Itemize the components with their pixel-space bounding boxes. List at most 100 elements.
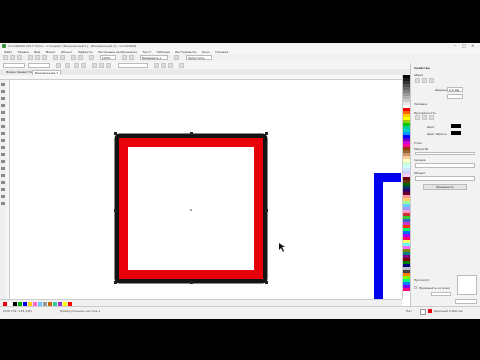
save-icon[interactable] [17, 55, 22, 60]
fill-section-header[interactable]: Заливка [414, 102, 427, 106]
close-button[interactable]: × [471, 44, 474, 48]
lock-ratio-icon[interactable] [56, 63, 61, 68]
selection-handle-top-middle[interactable] [190, 132, 193, 135]
fullscreen-icon[interactable] [122, 55, 127, 60]
fill-tab-icon[interactable] [422, 78, 427, 83]
summary-section-header[interactable]: Сводка [414, 158, 425, 162]
mouse-cursor-icon [279, 243, 285, 252]
blue-shape-left[interactable] [374, 173, 383, 299]
shadow-tool-icon[interactable] [1, 174, 5, 177]
smart-fill-tool-icon[interactable] [1, 202, 5, 205]
maximize-button[interactable]: □ [462, 44, 466, 48]
zoom-level-select[interactable]: 100% [100, 55, 116, 60]
status-hint: Прямоугольник на слое 1 [60, 309, 101, 313]
apply-button[interactable]: Применить [423, 184, 467, 190]
connector-tool-icon[interactable] [1, 167, 5, 170]
scale-slider[interactable] [415, 152, 475, 155]
outline-color-label: Цвет абриса [427, 132, 447, 136]
transparency-tool-icon[interactable] [1, 181, 5, 184]
minimize-button[interactable]: – [454, 44, 456, 48]
canvas-drawing [114, 133, 401, 299]
fill-color-label: Цвет [427, 125, 435, 129]
zoom-tool-icon[interactable] [1, 104, 5, 107]
selection-handle-top-right[interactable] [265, 132, 268, 135]
snap-to-dropdown[interactable]: Привязать к [140, 55, 168, 60]
options-icon[interactable] [174, 55, 179, 60]
polygon-tool-icon[interactable] [1, 139, 5, 142]
interactive-fill-tool-icon[interactable] [1, 195, 5, 198]
preview-box [457, 275, 477, 295]
pdf-icon[interactable] [89, 55, 94, 60]
corner-round-icon[interactable] [92, 63, 97, 68]
rulers-icon[interactable] [129, 55, 134, 60]
outline-width-field[interactable] [118, 63, 148, 68]
summary-field[interactable] [415, 163, 475, 168]
status-fill-swatch[interactable] [420, 309, 426, 315]
mirror-horizontal-icon[interactable] [74, 63, 79, 68]
corner-scallop-icon[interactable] [99, 63, 104, 68]
open-icon[interactable] [10, 55, 15, 60]
table-tool-icon[interactable] [1, 153, 5, 156]
to-front-icon[interactable] [161, 63, 166, 68]
selection-handle-bottom-right[interactable] [265, 281, 268, 284]
outline-section-header[interactable]: Абрис [414, 73, 423, 77]
new-document-icon[interactable] [3, 55, 8, 60]
rectangle-center-mark [190, 209, 192, 211]
copy-icon[interactable] [35, 55, 40, 60]
docker-small-button[interactable] [455, 299, 477, 304]
pick-tool-icon[interactable] [1, 83, 5, 86]
artistic-media-tool-icon[interactable] [1, 118, 5, 121]
rotate-icon[interactable] [65, 63, 70, 68]
docker-title: Свойства [414, 66, 430, 70]
corners-section-header[interactable]: Углы [414, 141, 422, 145]
selection-handle-bottom-middle[interactable] [190, 281, 193, 284]
launch-dropdown[interactable]: Запустить [186, 55, 212, 60]
convert-to-curves-icon[interactable] [179, 63, 184, 68]
paste-icon[interactable] [42, 55, 47, 60]
object-field[interactable] [415, 176, 475, 181]
undo-icon[interactable] [53, 55, 58, 60]
outline-tab-icon[interactable] [415, 78, 420, 83]
status-outline-swatch[interactable] [428, 309, 432, 313]
import-icon[interactable] [71, 55, 76, 60]
mirror-vertical-icon[interactable] [81, 63, 86, 68]
selection-handle-middle-right[interactable] [265, 209, 268, 212]
object-x-field[interactable] [3, 63, 25, 68]
shape-tool-icon[interactable] [1, 90, 5, 93]
outline-width-input[interactable]: 2,0 мм [447, 87, 463, 92]
export-icon[interactable] [78, 55, 83, 60]
freehand-tool-icon[interactable] [1, 111, 5, 114]
cut-icon[interactable] [28, 55, 33, 60]
eyedropper-tool-icon[interactable] [1, 188, 5, 191]
window-title: CorelDRAW 2017 Home - Стандарт (Безымянн… [8, 44, 137, 48]
status-fill-label: Нет [406, 309, 412, 313]
app-window: CorelDRAW 2017 Home - Стандарт (Безымянн… [0, 43, 480, 319]
dimension-tool-icon[interactable] [1, 160, 5, 163]
transparency-tab-icon[interactable] [429, 78, 434, 83]
selection-handle-bottom-left[interactable] [114, 281, 117, 284]
uniform-fill-icon[interactable] [415, 115, 420, 120]
ellipse-tool-icon[interactable] [1, 132, 5, 135]
selection-handle-top-left[interactable] [114, 132, 117, 135]
rectangle-fill[interactable] [128, 147, 254, 270]
corner-chamfer-icon[interactable] [106, 63, 111, 68]
text-tool-icon[interactable] [1, 146, 5, 149]
wrap-text-icon[interactable] [154, 63, 159, 68]
properties-docker: Свойства Абрис Ширина 2,0 мм Заливка Про… [410, 63, 480, 310]
selection-handle-middle-left[interactable] [114, 209, 117, 212]
outline-style-select[interactable] [447, 94, 463, 99]
rectangle-tool-icon[interactable] [1, 125, 5, 128]
to-back-icon[interactable] [168, 63, 173, 68]
outline-color-swatch[interactable] [451, 131, 461, 135]
fill-color-swatch[interactable] [451, 124, 461, 128]
gradient-fill-icon[interactable] [422, 115, 427, 120]
docker-value-field[interactable] [431, 292, 451, 296]
object-y-field[interactable] [28, 63, 50, 68]
drawing-canvas[interactable] [10, 80, 401, 299]
crop-tool-icon[interactable] [1, 97, 5, 100]
pattern-fill-icon[interactable] [429, 115, 434, 120]
redo-icon[interactable] [60, 55, 65, 60]
preview-label: Просмотр [414, 278, 430, 282]
apply-all-checkbox[interactable] [414, 286, 417, 289]
apply-all-label: Применить ко всем [419, 286, 450, 290]
